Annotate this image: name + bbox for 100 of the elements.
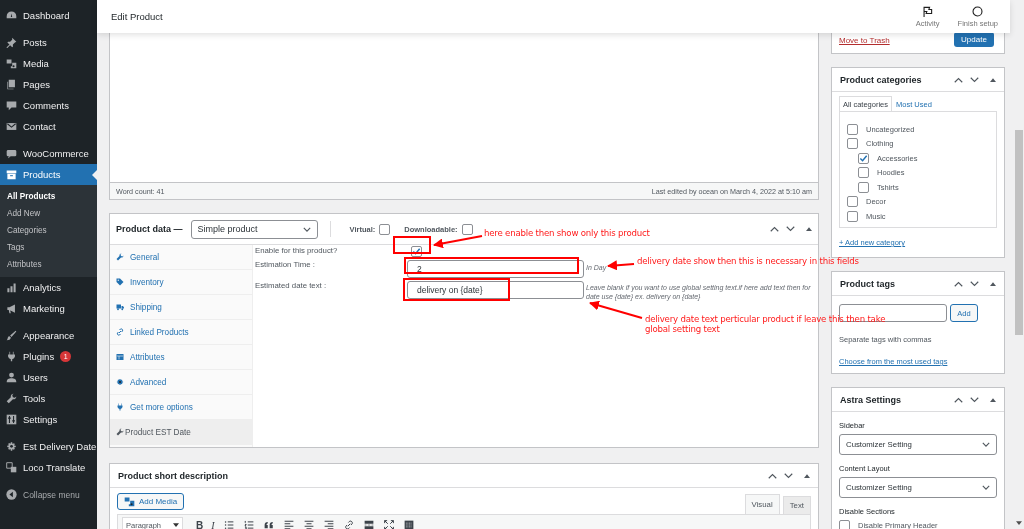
chain-link-icon <box>116 328 124 336</box>
menu-item[interactable]: WooCommerce <box>0 143 97 164</box>
chevron-up-icon[interactable] <box>954 280 963 287</box>
gauge-icon <box>6 10 17 21</box>
checkbox[interactable] <box>411 246 422 257</box>
scroll-down-arrow-icon[interactable] <box>1016 521 1022 525</box>
text-field[interactable]: delivery on {date} <box>407 281 584 299</box>
page-title: Edit Product <box>111 11 163 22</box>
submenu-item[interactable]: Attributes <box>0 256 97 273</box>
chevron-down-icon[interactable] <box>786 226 795 232</box>
checkbox[interactable] <box>847 138 858 150</box>
toolbar-toggle-icon[interactable] <box>403 520 414 529</box>
menu-item[interactable]: Analytics <box>0 277 97 298</box>
submenu-item[interactable]: Tags <box>0 239 97 256</box>
chevron-up-icon[interactable] <box>770 226 779 232</box>
menu-item[interactable]: Settings <box>0 409 97 430</box>
menu-item[interactable]: Posts <box>0 32 97 53</box>
checkbox[interactable] <box>379 223 391 235</box>
tag-icon <box>116 278 124 286</box>
panel-tab[interactable]: Linked Products <box>110 320 252 345</box>
read-more-icon[interactable] <box>363 520 374 529</box>
fullscreen-icon[interactable] <box>383 520 394 529</box>
menu-item[interactable]: Dashboard <box>0 5 97 26</box>
plug-icon <box>6 351 17 362</box>
flag-icon <box>922 5 934 17</box>
menu-item[interactable]: Media <box>0 53 97 74</box>
panel-tab[interactable]: Shipping <box>110 295 252 320</box>
collapse-menu-button[interactable]: Collapse menu <box>0 484 97 505</box>
numbered-list-icon[interactable] <box>243 520 254 529</box>
plug-icon <box>116 403 124 411</box>
panel-tab[interactable]: Inventory <box>110 270 252 295</box>
store-icon <box>6 148 17 159</box>
chevron-down-icon[interactable] <box>784 472 793 479</box>
chevron-down-icon[interactable] <box>970 280 979 287</box>
menu-item[interactable]: Appearance <box>0 325 97 346</box>
panel-title: Product short description <box>118 470 228 481</box>
checkbox[interactable] <box>858 152 869 164</box>
link-icon[interactable] <box>343 520 354 529</box>
checkbox[interactable] <box>847 123 858 135</box>
chevron-down-icon[interactable] <box>970 396 979 403</box>
menu-item[interactable]: Users <box>0 367 97 388</box>
pages-icon <box>6 79 17 90</box>
bullet-list-icon[interactable] <box>223 520 234 529</box>
speech-bubble-icon <box>6 100 17 111</box>
collapse-triangle-icon[interactable] <box>804 473 810 478</box>
quote-icon[interactable] <box>263 520 274 529</box>
collapse-triangle-icon[interactable] <box>806 227 812 231</box>
chevron-up-icon[interactable] <box>768 472 777 479</box>
menu-item[interactable]: Tools <box>0 388 97 409</box>
media-icon <box>124 496 135 507</box>
circle-icon <box>972 5 984 17</box>
chevron-down-icon[interactable] <box>970 76 979 83</box>
add-media-button[interactable]: Add Media <box>117 493 185 510</box>
collapse-icon <box>6 489 17 500</box>
checkbox[interactable] <box>847 210 858 222</box>
align-right-icon[interactable] <box>323 520 334 529</box>
menu-item[interactable]: Pages <box>0 74 97 95</box>
collapse-triangle-icon[interactable] <box>990 397 996 402</box>
align-left-icon[interactable] <box>283 520 294 529</box>
megaphone-icon <box>6 303 17 314</box>
bold-button[interactable]: B <box>195 519 205 529</box>
submenu-item[interactable]: Add New <box>0 205 97 222</box>
collapse-triangle-icon[interactable] <box>990 281 996 286</box>
checkbox[interactable] <box>858 181 869 193</box>
panel-title: Product categories <box>840 74 922 85</box>
collapse-triangle-icon[interactable] <box>990 77 996 82</box>
submenu-item[interactable]: Categories <box>0 222 97 239</box>
checkbox[interactable] <box>839 519 850 529</box>
caret-icon <box>302 226 311 232</box>
menu-item[interactable]: Marketing <box>0 298 97 319</box>
paintbrush-icon <box>6 330 17 341</box>
panel-tab[interactable]: Attributes <box>110 345 252 370</box>
italic-button[interactable]: I <box>210 519 216 529</box>
menu-item[interactable]: Contact <box>0 116 97 137</box>
wrench-icon <box>116 428 124 436</box>
annotation-text: delivery date show then this is necessary in this fields <box>637 256 859 266</box>
chevron-up-icon[interactable] <box>954 76 963 83</box>
archive-box-icon <box>6 169 17 180</box>
panel-tab[interactable]: Advanced <box>110 370 252 395</box>
panel-tab[interactable]: General <box>110 245 252 270</box>
checkbox[interactable] <box>461 223 473 235</box>
chevron-up-icon[interactable] <box>954 396 963 403</box>
menu-item[interactable]: Products <box>0 164 97 185</box>
translate-icon <box>6 462 17 473</box>
wrench-icon <box>116 253 124 261</box>
move-to-trash-link[interactable]: Move to Trash <box>839 36 890 45</box>
menu-item[interactable]: Comments <box>0 95 97 116</box>
menu-item[interactable]: Est Delivery Date <box>0 436 97 457</box>
caret-icon <box>982 442 990 447</box>
align-center-icon[interactable] <box>303 520 314 529</box>
annotation-arrow <box>433 235 483 249</box>
checkbox[interactable] <box>858 167 869 179</box>
submenu-item[interactable]: All Products <box>0 188 97 205</box>
wrench-icon <box>6 393 17 404</box>
checkbox[interactable] <box>847 196 858 208</box>
panel-tab[interactable]: Product EST Date <box>110 420 252 445</box>
product-type-select[interactable]: Simple product <box>190 219 318 239</box>
annotation-arrow <box>607 260 635 271</box>
media-icon <box>6 58 17 69</box>
menu-item[interactable]: Loco Translate <box>0 457 97 478</box>
